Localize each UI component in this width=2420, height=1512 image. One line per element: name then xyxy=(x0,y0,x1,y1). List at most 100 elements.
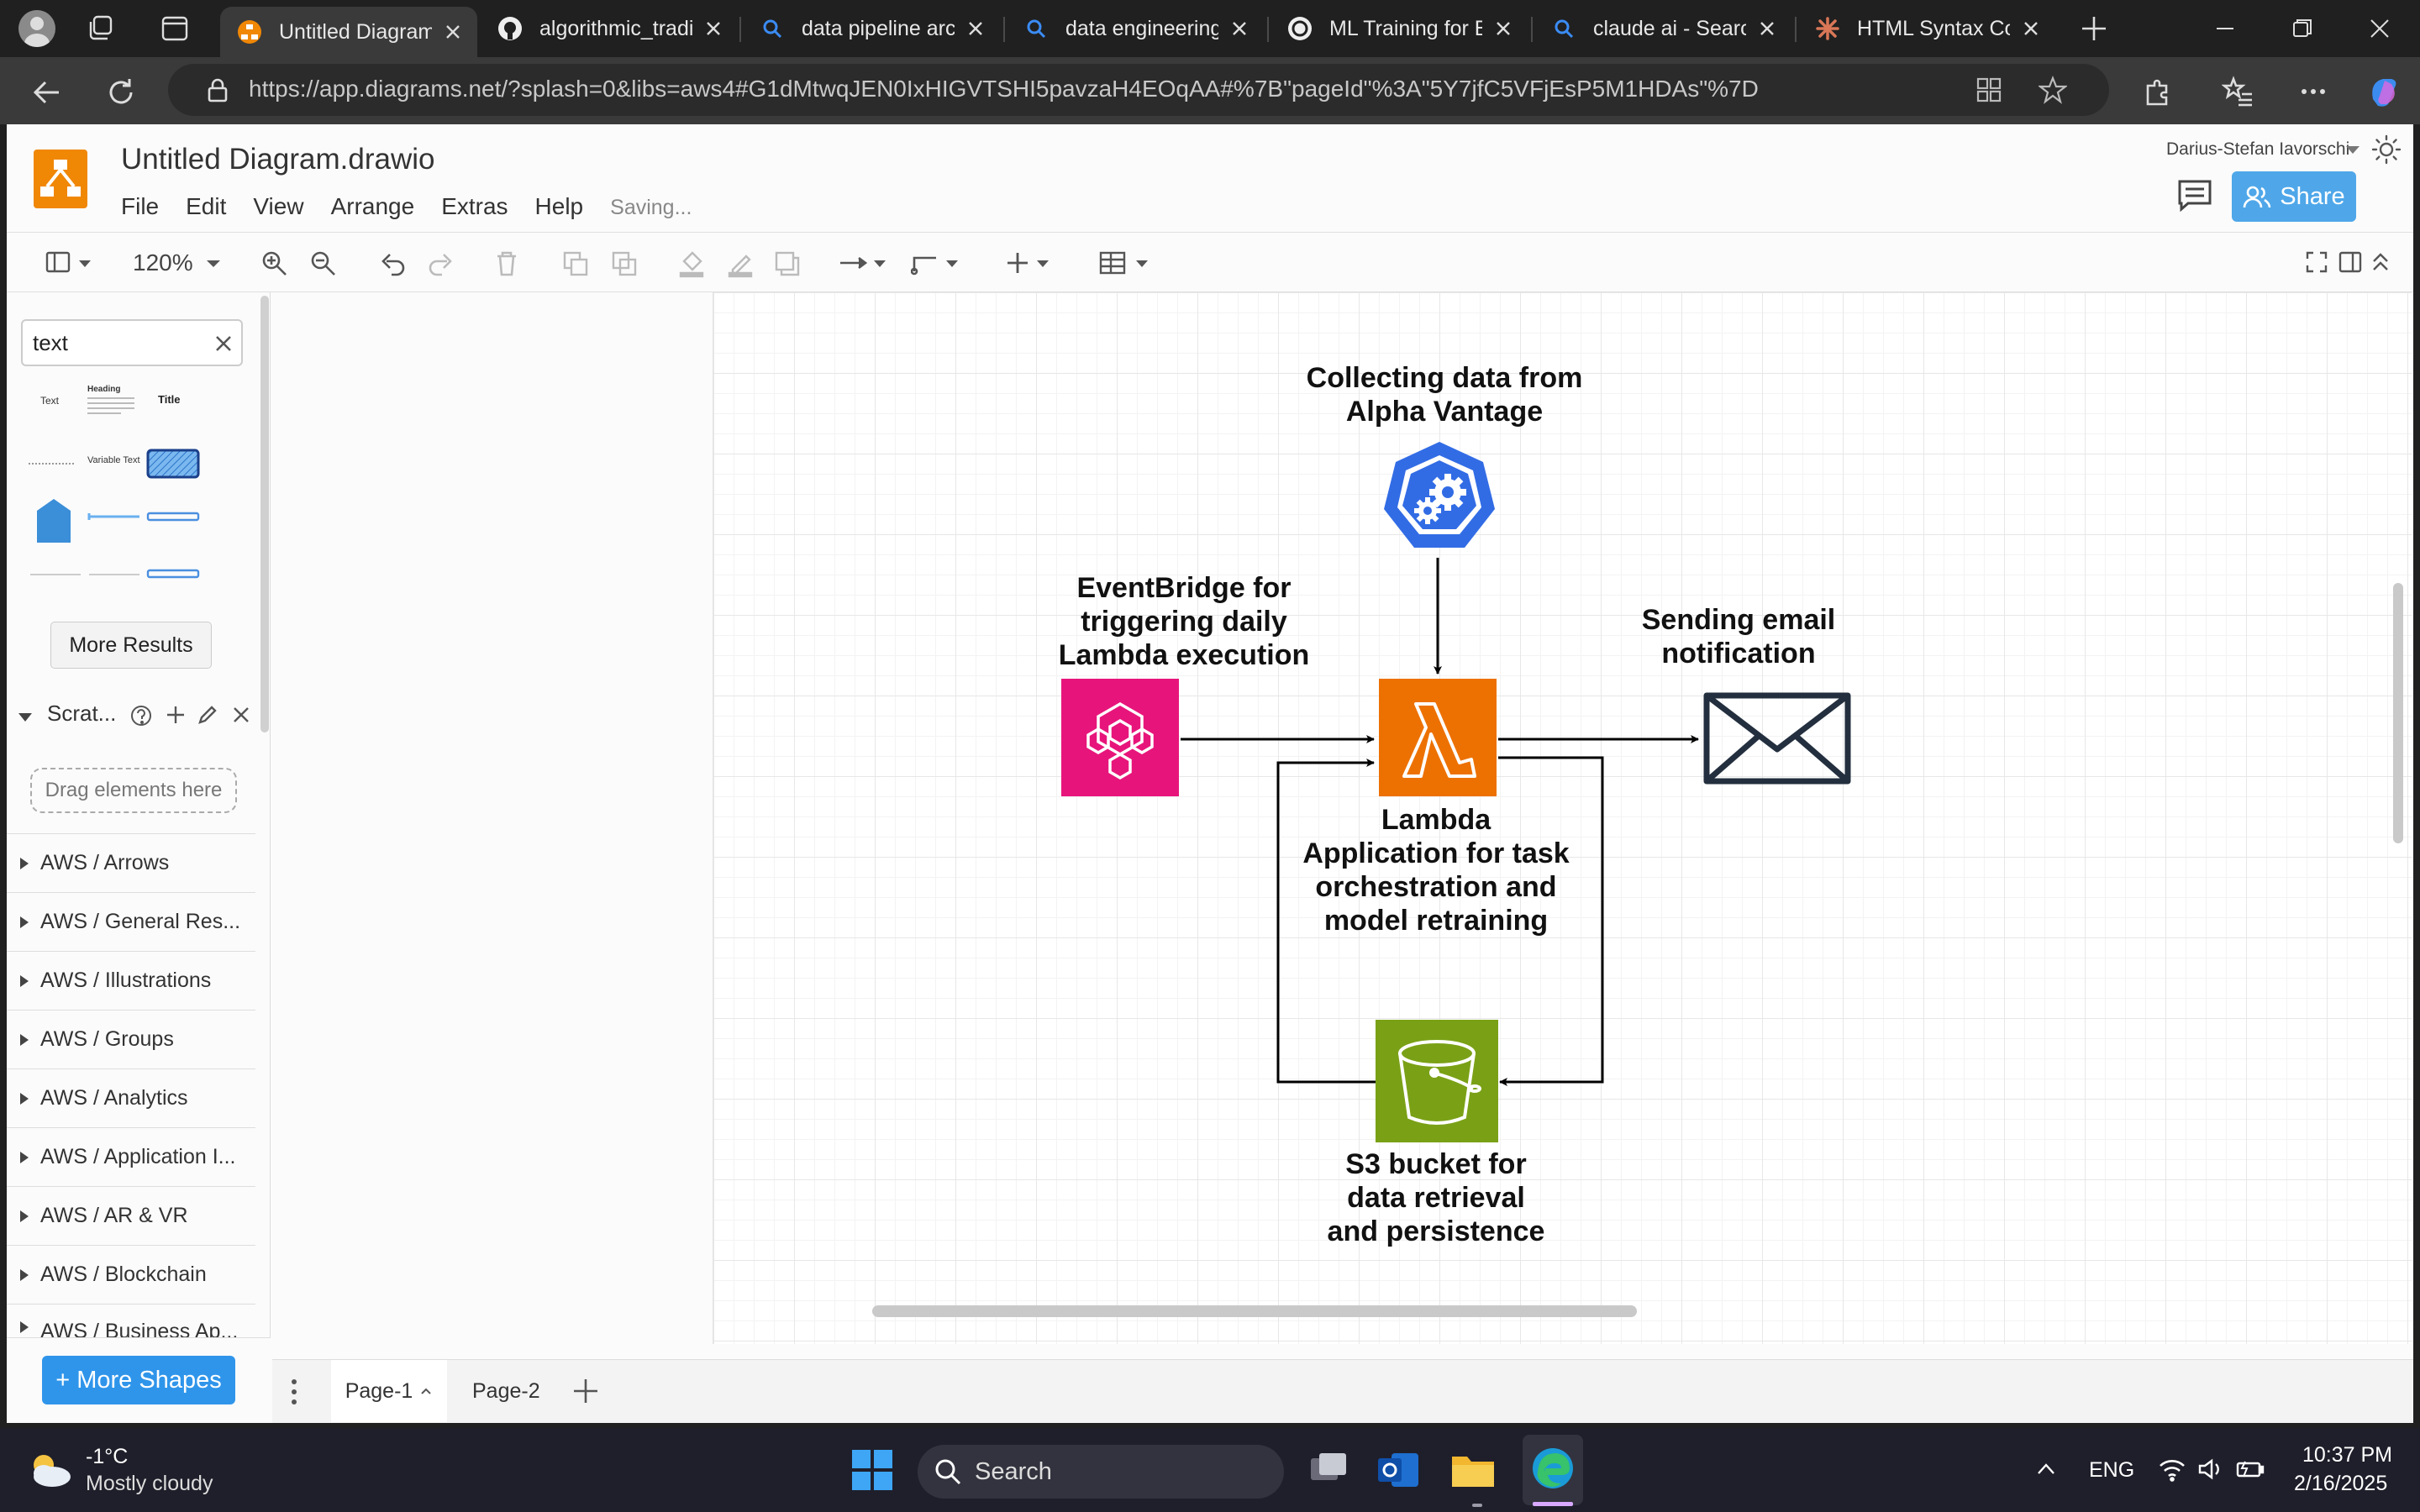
zoom-chevron-icon[interactable] xyxy=(205,249,222,276)
weather-cloud-icon[interactable] xyxy=(25,1448,74,1490)
add-page-icon[interactable] xyxy=(571,1377,600,1405)
close-tab-icon[interactable] xyxy=(2017,14,2045,43)
user-menu-chevron-icon[interactable] xyxy=(2344,144,2361,156)
clear-search-icon[interactable] xyxy=(213,333,234,354)
result-title-shape[interactable]: Title xyxy=(158,393,181,406)
line-color-icon[interactable] xyxy=(726,249,755,278)
lambda-icon[interactable] xyxy=(1379,679,1497,796)
comments-icon[interactable] xyxy=(2176,178,2213,212)
sidebar-scrollbar[interactable] xyxy=(260,296,269,732)
page-tab-chevron-icon[interactable] xyxy=(419,1386,433,1396)
undo-icon[interactable] xyxy=(378,249,407,278)
app-available-icon[interactable] xyxy=(1975,76,2003,104)
close-tab-icon[interactable] xyxy=(1225,14,1254,43)
zoom-level[interactable]: 120% xyxy=(133,249,193,276)
file-explorer-icon[interactable] xyxy=(1450,1450,1496,1490)
taskbar-search-box[interactable]: Search xyxy=(918,1445,1284,1499)
alpha-vantage-label[interactable]: Collecting data from Alpha Vantage xyxy=(1260,361,1629,428)
to-back-icon[interactable] xyxy=(610,249,639,278)
s3-bucket-icon[interactable] xyxy=(1376,1020,1498,1142)
close-icon[interactable] xyxy=(230,704,252,726)
result-pentagon-shape[interactable] xyxy=(35,497,72,544)
canvas-horizontal-scrollbar[interactable] xyxy=(872,1305,1637,1317)
show-hidden-icons-chevron-icon[interactable] xyxy=(2033,1457,2059,1482)
tab-untitled-diagram[interactable]: Untitled Diagram.drawio xyxy=(220,7,477,57)
refresh-icon[interactable] xyxy=(104,76,138,109)
menu-file[interactable]: File xyxy=(121,193,159,220)
menu-view[interactable]: View xyxy=(253,193,303,220)
new-tab-icon[interactable] xyxy=(2079,13,2109,44)
pages-menu-icon[interactable] xyxy=(289,1377,299,1407)
lambda-label[interactable]: Lambda Application for task orchestratio… xyxy=(1251,803,1621,937)
redo-icon[interactable] xyxy=(427,249,455,278)
close-tab-icon[interactable] xyxy=(1753,14,1781,43)
close-tab-icon[interactable] xyxy=(961,14,990,43)
tab-ml-training[interactable]: ML Training for Bitcoin xyxy=(1270,7,1528,50)
page-tab-1[interactable]: Page-1 xyxy=(331,1360,447,1422)
weather-description[interactable]: Mostly cloudy xyxy=(86,1472,213,1496)
more-shapes-button[interactable]: + More Shapes xyxy=(42,1356,235,1404)
result-text-shape[interactable]: Text xyxy=(40,395,59,407)
canvas-vertical-scrollbar[interactable] xyxy=(2393,583,2403,843)
close-tab-icon[interactable] xyxy=(699,14,728,43)
menu-extras[interactable]: Extras xyxy=(441,193,508,220)
table-icon[interactable] xyxy=(1099,249,1158,276)
section-aws-business-applications[interactable]: AWS / Business Ap... xyxy=(7,1304,255,1337)
tab-data-pipeline-architecture[interactable]: data pipeline architecture xyxy=(743,7,1000,50)
copilot-icon[interactable] xyxy=(2366,74,2402,109)
edit-pencil-icon[interactable] xyxy=(197,704,218,726)
edge-browser-icon[interactable] xyxy=(1531,1446,1575,1490)
format-panel-icon[interactable] xyxy=(2338,249,2363,275)
fill-color-icon[interactable] xyxy=(677,249,706,278)
start-windows-icon[interactable] xyxy=(852,1450,892,1490)
scratchpad-collapse-icon[interactable] xyxy=(17,709,34,726)
more-options-icon[interactable] xyxy=(2297,76,2329,108)
share-button[interactable]: Share xyxy=(2232,171,2356,222)
close-window-icon[interactable] xyxy=(2366,15,2393,42)
minimize-window-icon[interactable] xyxy=(2212,15,2238,42)
tab-actions-icon[interactable] xyxy=(160,13,190,44)
result-bar-shape[interactable] xyxy=(146,511,200,522)
url-field[interactable]: https://app.diagrams.net/?splash=0&libs=… xyxy=(168,64,2109,116)
clock-time[interactable]: 10:37 PM xyxy=(2302,1443,2392,1467)
user-name[interactable]: Darius-Stefan Iavorschi xyxy=(2166,139,2349,160)
menu-edit[interactable]: Edit xyxy=(186,193,226,220)
scratchpad-title[interactable]: Scrat... xyxy=(47,701,116,727)
close-tab-icon[interactable] xyxy=(439,18,467,46)
result-hatched-box-shape[interactable] xyxy=(146,449,200,479)
section-aws-general-resources[interactable]: AWS / General Res... xyxy=(7,892,255,951)
to-front-icon[interactable] xyxy=(561,249,590,278)
restore-window-icon[interactable] xyxy=(2289,15,2316,42)
extensions-icon[interactable] xyxy=(2141,76,2173,108)
tab-claude-ai-search[interactable]: claude ai - Search xyxy=(1534,7,1791,50)
section-aws-application-integration[interactable]: AWS / Application I... xyxy=(7,1127,255,1186)
eventbridge-label[interactable]: EventBridge for triggering daily Lambda … xyxy=(974,571,1394,672)
eventbridge-icon[interactable] xyxy=(1061,679,1179,796)
back-icon[interactable] xyxy=(30,76,64,109)
page-tab-2[interactable]: Page-2 xyxy=(472,1360,540,1422)
section-aws-analytics[interactable]: AWS / Analytics xyxy=(7,1068,255,1127)
format-panel-toggle-icon[interactable] xyxy=(45,249,96,276)
more-results-button[interactable]: More Results xyxy=(50,622,212,669)
section-aws-illustrations[interactable]: AWS / Illustrations xyxy=(7,951,255,1010)
diagram-page[interactable]: Collecting data from Alpha Vantage Event… xyxy=(713,292,2412,1344)
section-aws-groups[interactable]: AWS / Groups xyxy=(7,1010,255,1068)
task-view-icon[interactable] xyxy=(1307,1450,1349,1492)
result-faint-line-shape[interactable] xyxy=(29,570,82,580)
weather-temperature[interactable]: -1°C xyxy=(86,1445,128,1469)
close-tab-icon[interactable] xyxy=(1489,14,1518,43)
input-language[interactable]: ENG xyxy=(2089,1458,2134,1483)
result-bar2-shape[interactable] xyxy=(146,568,200,580)
clock-date[interactable]: 2/16/2025 xyxy=(2294,1472,2387,1496)
workspaces-icon[interactable] xyxy=(86,13,116,44)
alpha-vantage-gears-icon[interactable] xyxy=(1379,438,1500,559)
tab-data-engineering-pipeline[interactable]: data engineering pipeline xyxy=(1007,7,1264,50)
theme-toggle-icon[interactable] xyxy=(2371,134,2402,165)
zoom-out-icon[interactable] xyxy=(309,249,338,278)
tab-algorithmic-trading[interactable]: algorithmic_trading xyxy=(481,7,738,50)
shadow-icon[interactable] xyxy=(773,249,802,278)
wifi-icon[interactable] xyxy=(2158,1457,2186,1482)
result-line-shape[interactable] xyxy=(87,511,141,522)
scratchpad-drop-zone[interactable]: Drag elements here xyxy=(30,768,237,813)
volume-icon[interactable] xyxy=(2196,1457,2225,1482)
